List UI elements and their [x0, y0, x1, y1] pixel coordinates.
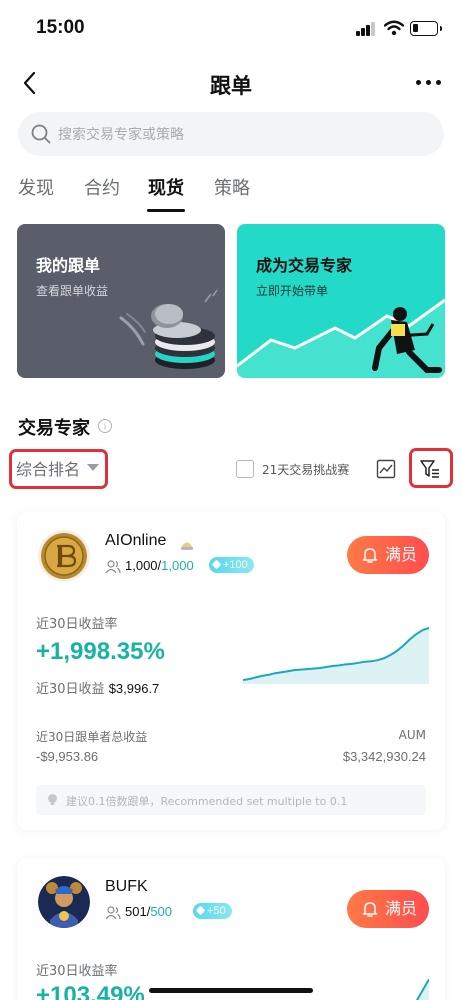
quota-badge: +50 [193, 903, 232, 919]
followers-icon [105, 906, 121, 920]
home-indicator [149, 988, 313, 993]
followers-count: 501/500 [125, 904, 173, 919]
page-title: 跟单 [210, 74, 252, 98]
roi-value: +1,998.35% [36, 638, 165, 665]
lightbulb-icon [48, 794, 57, 805]
trader-name: AIOnline [105, 532, 167, 549]
info-icon[interactable]: i [98, 419, 112, 433]
aum-value: $3,342,930.24 [342, 749, 426, 764]
chart-view-icon[interactable] [376, 459, 396, 479]
full-capacity-button[interactable]: 满员 [347, 890, 429, 928]
follower-pnl-label: 近30日跟单者总收益 [36, 730, 148, 744]
pnl-line: 近30日收益 $3,996.7 [36, 681, 160, 697]
challenge-label: 21天交易挑战赛 [262, 463, 350, 477]
tab-strategy[interactable]: 策略 [214, 174, 250, 200]
roi-label: 近30日收益率 [36, 964, 118, 979]
followers-icon [105, 560, 121, 574]
trader-avatar-bitcoin [38, 530, 90, 582]
filter-icon[interactable] [418, 457, 442, 481]
trader-name: BUFK [105, 878, 148, 895]
bell-icon [362, 548, 378, 563]
tab-spot[interactable]: 现货 [148, 174, 184, 200]
bell-icon [362, 902, 378, 917]
followers-count: 1,000/1,000 [125, 558, 194, 573]
battery-icon [410, 21, 442, 36]
roi-label: 近30日收益率 [36, 617, 118, 632]
more-options-icon[interactable] [414, 70, 444, 94]
full-capacity-label: 满员 [385, 545, 418, 564]
my-copy-trading-card[interactable]: 我的跟单 查看跟单收益 [17, 224, 225, 378]
trader-card[interactable]: BUFK 501/500 +50 满员 近30日收益率 +103.49% [17, 858, 445, 1000]
tab-active-indicator [147, 209, 185, 212]
coins-illustration-icon [119, 289, 218, 369]
follower-pnl-value: -$9,953.86 [36, 749, 99, 764]
status-time: 15:00 [36, 17, 85, 38]
trader-avatar-portrait [38, 876, 90, 928]
trader-card[interactable]: AIOnline 1,000/1,000 +100 满员 近30日收益率 +1,… [17, 512, 445, 830]
search-icon [31, 124, 51, 144]
become-expert-card[interactable]: 成为交易专家 立即开始带单 [237, 224, 445, 378]
wifi-icon [384, 20, 404, 36]
level-badge-icon [181, 542, 193, 550]
tab-discover[interactable]: 发现 [18, 174, 54, 200]
nav-bar: 跟单 [0, 58, 462, 108]
tab-bar: 发现 合约 现货 策略 [0, 168, 462, 214]
signal-icon [356, 22, 376, 36]
roi-sparkline [416, 978, 429, 1000]
tip-bar: 建议0.1倍数跟单，Recommended set multiple to 0.… [36, 785, 426, 815]
quota-badge: +100 [209, 557, 254, 573]
sparkline-area [243, 628, 429, 684]
full-capacity-label: 满员 [385, 899, 418, 918]
status-bar: 15:00 [0, 0, 462, 58]
trader-illustration-icon [237, 298, 445, 378]
roi-value: +103.49% [36, 982, 145, 1000]
aum-label: AUM [398, 728, 426, 742]
tab-futures[interactable]: 合约 [84, 174, 120, 200]
challenge-checkbox[interactable] [236, 460, 254, 478]
tip-text: 建议0.1倍数跟单，Recommended set multiple to 0.… [66, 795, 348, 808]
search-input[interactable]: 搜索交易专家或策略 [18, 112, 444, 156]
sort-dropdown[interactable]: 综合排名 [16, 456, 80, 480]
full-capacity-button[interactable]: 满员 [347, 536, 429, 574]
search-placeholder: 搜索交易专家或策略 [58, 127, 184, 143]
roi-sparkline [243, 627, 429, 684]
section-title: 交易专家 [18, 418, 90, 439]
caret-down-icon [87, 464, 99, 471]
